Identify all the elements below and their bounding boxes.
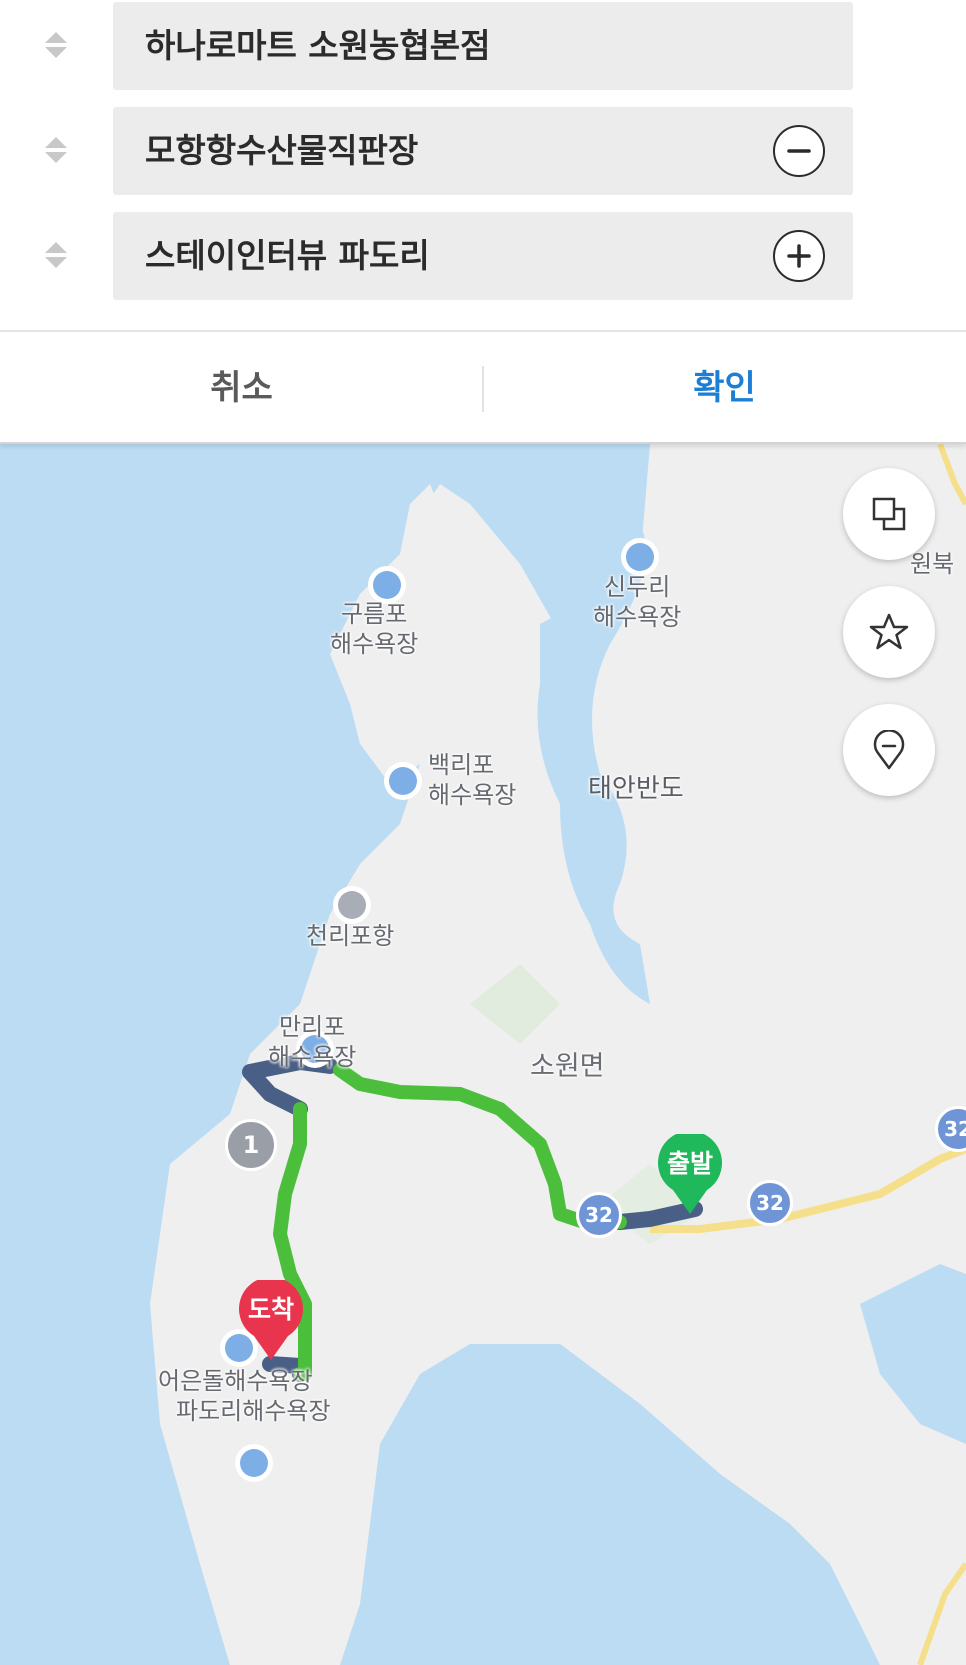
road-number-badge: 32 — [747, 1180, 793, 1226]
beach-poi-icon[interactable] — [621, 538, 659, 576]
beach-poi-icon[interactable] — [384, 762, 422, 800]
stop-field[interactable]: 하나로마트 소원농협본점 — [113, 2, 853, 90]
map-label-mallipo: 만리포 해수욕장 — [268, 1013, 357, 1071]
stop-name: 하나로마트 소원농협본점 — [145, 26, 491, 65]
route-map[interactable]: 구름포 해수욕장 신두리 해수욕장 백리포 해수욕장 태안반도 천리포항 만리포 해수욕… — [0, 444, 966, 1665]
map-label-sowon: 소원면 — [530, 1051, 605, 1082]
map-label-taean: 태안반도 — [588, 774, 684, 804]
minus-icon — [787, 149, 811, 153]
port-poi-icon[interactable] — [333, 886, 371, 924]
stop-field[interactable]: 스테이인터뷰 파도리 — [113, 212, 853, 300]
map-label-sinduri: 신두리 해수욕장 — [593, 573, 682, 631]
map-label-wonbuk: 원북 — [910, 550, 955, 578]
drag-handle-icon[interactable] — [40, 134, 72, 166]
drag-handle-icon[interactable] — [40, 29, 72, 61]
stop-row-2: 모항항수산물직판장 — [0, 105, 966, 195]
favorite-button[interactable] — [843, 586, 935, 678]
beach-poi-icon[interactable] — [235, 1444, 273, 1482]
layers-icon — [872, 497, 906, 531]
map-terrain — [150, 444, 966, 1665]
map-label-cheollipo: 천리포항 — [306, 922, 395, 950]
road-number-badge: 32 — [576, 1192, 622, 1238]
location-button[interactable] — [843, 704, 935, 796]
location-pin-icon — [873, 730, 905, 770]
map-label-padori: 파도리해수욕장 — [176, 1397, 331, 1425]
stop-row-1: 하나로마트 소원농협본점 — [0, 0, 966, 90]
map-label-baekripo: 백리포 해수욕장 — [428, 751, 517, 809]
drag-handle-icon[interactable] — [40, 239, 72, 271]
cancel-button[interactable]: 취소 — [0, 332, 483, 442]
plus-icon — [787, 244, 811, 268]
start-marker-label: 출발 — [666, 1149, 713, 1178]
stop-row-3: 스테이인터뷰 파도리 — [0, 210, 966, 300]
end-marker-label: 도착 — [247, 1295, 294, 1324]
remove-stop-button[interactable] — [773, 125, 825, 177]
stop-field[interactable]: 모항항수산물직판장 — [113, 107, 853, 195]
map-label-eoeundol: 어은돌해수욕장 — [158, 1367, 313, 1395]
start-marker[interactable]: 출발 — [655, 1134, 725, 1214]
map-layers-button[interactable] — [843, 468, 935, 560]
confirm-button[interactable]: 확인 — [483, 332, 966, 442]
waypoint-marker[interactable]: 1 — [225, 1119, 277, 1171]
stop-name: 스테이인터뷰 파도리 — [145, 236, 430, 275]
end-marker[interactable]: 도착 — [236, 1280, 306, 1360]
star-icon — [869, 613, 909, 650]
add-stop-button[interactable] — [773, 230, 825, 282]
map-label-gureumpo: 구름포 해수욕장 — [330, 600, 419, 658]
action-bar: 취소 확인 — [0, 330, 966, 444]
route-stop-list: 하나로마트 소원농협본점 모항항수산물직판장 스테이인터뷰 파도리 — [0, 0, 966, 330]
stop-name: 모항항수산물직판장 — [145, 131, 419, 170]
